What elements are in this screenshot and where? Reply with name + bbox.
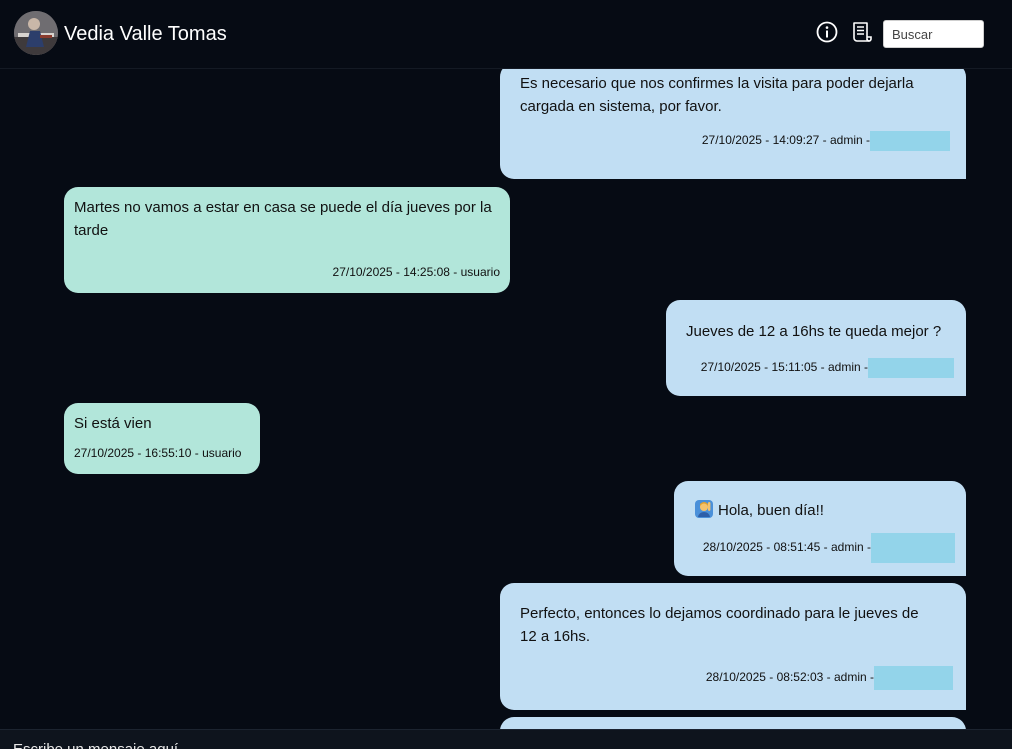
redacted-agent-name	[871, 533, 955, 563]
message-meta: 28/10/2025 - 08:51:45 - admin -	[703, 533, 955, 563]
info-circle-icon	[816, 21, 838, 43]
receipt-icon	[853, 22, 872, 42]
redacted-agent-name	[870, 131, 950, 151]
message-text-line: 12 a 16hs.	[520, 628, 591, 645]
message-timestamp: 27/10/2025 - 14:09:27 - admin -	[701, 133, 870, 148]
info-button[interactable]	[815, 20, 839, 44]
message-input[interactable]	[0, 730, 1012, 749]
message-meta: 27/10/2025 - 14:09:27 - admin -	[702, 131, 950, 151]
message-text-line: Jueves de 12 a 16hs te queda mejor ?	[686, 323, 942, 340]
message-text-line: Hola, buen día!!	[718, 502, 824, 519]
message-timestamp: 27/10/2025 - 15:11:05 - admin -	[700, 360, 868, 375]
message-outgoing: Hola, buen día!! 28/10/2025 - 08:51:45 -…	[674, 481, 966, 576]
contact-avatar[interactable]	[14, 11, 58, 55]
message-text-line: Si está vien	[74, 415, 152, 432]
message-timestamp: 28/10/2025 - 08:51:45 - admin -	[702, 540, 871, 555]
message-outgoing: Jueves de 12 a 16hs te queda mejor ? 27/…	[666, 300, 966, 396]
message-text-line: Martes no vamos a estar en casa se puede…	[74, 199, 492, 216]
message-meta: 28/10/2025 - 08:52:03 - admin -	[706, 666, 953, 690]
search-input[interactable]	[883, 20, 984, 48]
message-composer	[0, 729, 1012, 749]
message-text-line: cargada en sistema, por favor.	[520, 98, 722, 115]
person-raising-hand-emoji-icon	[694, 499, 714, 519]
message-incoming: Si está vien 27/10/2025 - 16:55:10 - usu…	[64, 403, 260, 474]
redacted-agent-name	[874, 666, 953, 690]
redacted-agent-name	[868, 358, 954, 378]
message-meta: 27/10/2025 - 15:11:05 - admin -	[701, 358, 954, 378]
message-timestamp: 27/10/2025 - 16:55:10 - usuario	[74, 446, 242, 460]
message-text-line: Es necesario que nos confirmes la visita…	[520, 75, 914, 92]
message-outgoing: Es necesario que nos confirmes la visita…	[500, 69, 966, 179]
message-timestamp: 28/10/2025 - 08:52:03 - admin -	[705, 670, 874, 685]
message-outgoing-partial	[500, 717, 966, 729]
message-text-line: Perfecto, entonces lo dejamos coordinado…	[520, 605, 919, 622]
contact-name: Vedia Valle Tomas	[64, 23, 227, 45]
notes-button[interactable]	[849, 20, 873, 44]
message-text-line: tarde	[74, 222, 109, 239]
message-list[interactable]: Es necesario que nos confirmes la visita…	[0, 69, 1012, 729]
message-outgoing: Perfecto, entonces lo dejamos coordinado…	[500, 583, 966, 710]
message-incoming: Martes no vamos a estar en casa se puede…	[64, 187, 510, 293]
avatar-photo-icon	[14, 11, 58, 55]
message-timestamp: 27/10/2025 - 14:25:08 - usuario	[332, 265, 500, 279]
chat-header: Vedia Valle Tomas	[0, 0, 1012, 69]
